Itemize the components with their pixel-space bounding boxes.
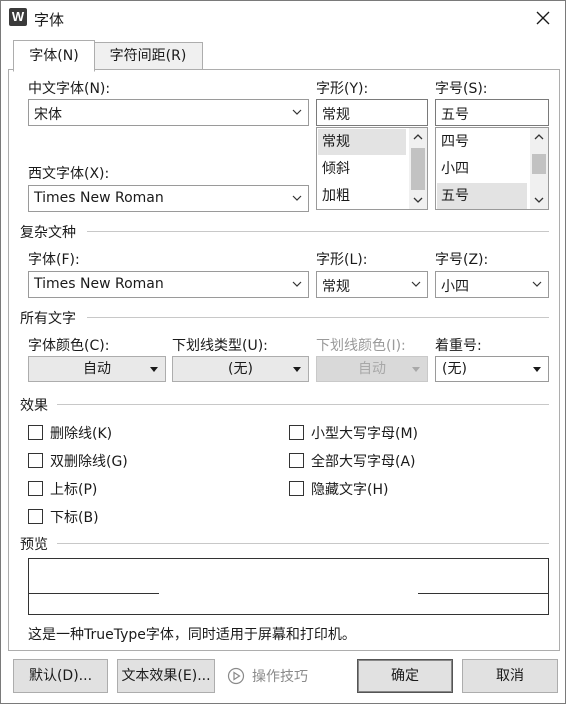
scrollbar-thumb[interactable] (532, 154, 546, 174)
scrollbar[interactable] (530, 128, 548, 209)
font-style-value: 常规 (322, 107, 350, 123)
set-default-button[interactable]: 默认(D)... (13, 659, 108, 693)
small-caps-label[interactable]: 小型大写字母(M) (311, 423, 418, 443)
chevron-down-icon (292, 109, 302, 115)
close-button[interactable] (529, 5, 557, 31)
cancel-button[interactable]: 取消 (462, 659, 558, 693)
dialog-title: 字体 (34, 11, 65, 29)
triangle-down-icon (533, 367, 541, 372)
triangle-down-icon (293, 367, 301, 372)
tips-label: 操作技巧 (252, 669, 308, 685)
superscript-checkbox[interactable] (28, 481, 43, 496)
list-item[interactable]: 小四 (437, 156, 527, 182)
text-effects-button[interactable]: 文本效果(E)... (117, 659, 215, 693)
strikethrough-checkbox[interactable] (28, 425, 43, 440)
font-style-list[interactable]: 常规 倾斜 加粗 (316, 127, 428, 210)
all-caps-label[interactable]: 全部大写字母(A) (311, 451, 416, 471)
emphasis-mark-combo[interactable]: (无) (435, 356, 549, 382)
font-size-label: 字号(S): (435, 81, 488, 97)
subscript-checkbox[interactable] (28, 509, 43, 524)
list-item[interactable]: 常规 (318, 129, 406, 155)
chevron-up-icon[interactable] (409, 128, 427, 146)
scrollbar[interactable] (409, 128, 427, 209)
font-color-value: 自动 (83, 361, 111, 377)
complex-font-label: 字体(F): (28, 252, 80, 268)
list-item[interactable]: 倾斜 (318, 156, 406, 182)
strikethrough-label[interactable]: 删除线(K) (50, 423, 112, 443)
hidden-text-checkbox[interactable] (289, 481, 304, 496)
complex-size-combo[interactable]: 小四 (435, 271, 549, 298)
title-bar: W 字体 (1, 1, 565, 35)
ok-button[interactable]: 确定 (357, 659, 453, 693)
font-color-dropdown[interactable]: 自动 (28, 356, 166, 382)
effects-heading: 效果 (20, 398, 48, 414)
chinese-font-combo[interactable]: 宋体 (28, 99, 309, 126)
all-caps-checkbox[interactable] (289, 453, 304, 468)
font-dialog: W 字体 字体(N) 字符间距(R) 中文字体(N): 宋体 字形(Y): 常规… (0, 0, 566, 704)
font-size-input[interactable]: 五号 (435, 99, 549, 126)
font-size-value: 五号 (441, 107, 469, 123)
western-font-combo[interactable]: Times New Roman (28, 185, 309, 212)
chevron-up-icon[interactable] (530, 128, 548, 146)
divider (87, 231, 549, 232)
complex-font-value: Times New Roman (34, 276, 164, 292)
preview-heading: 预览 (20, 537, 48, 553)
tab-font[interactable]: 字体(N) (13, 40, 95, 72)
font-size-list[interactable]: 四号 小四 五号 (435, 127, 549, 210)
list-item[interactable]: 四号 (437, 129, 527, 155)
hidden-text-label[interactable]: 隐藏文字(H) (311, 479, 388, 499)
chevron-down-icon (292, 281, 302, 287)
divider (57, 404, 549, 405)
complex-style-label: 字形(L): (316, 252, 368, 268)
superscript-label[interactable]: 上标(P) (50, 479, 97, 499)
divider (57, 543, 549, 544)
preview-box (28, 558, 549, 615)
scrollbar-thumb[interactable] (411, 148, 425, 190)
font-style-input[interactable]: 常规 (316, 99, 428, 126)
divider (87, 317, 549, 318)
triangle-down-icon (412, 367, 420, 372)
underline-color-value: 自动 (358, 361, 386, 377)
underline-type-value: (无) (228, 361, 253, 377)
western-font-label: 西文字体(X): (28, 166, 110, 182)
chinese-font-label: 中文字体(N): (28, 81, 111, 97)
small-caps-checkbox[interactable] (289, 425, 304, 440)
triangle-down-icon (150, 367, 158, 372)
complex-style-value: 常规 (322, 279, 350, 295)
chinese-font-value: 宋体 (34, 107, 62, 123)
play-circle-icon (227, 667, 245, 685)
subscript-label[interactable]: 下标(B) (50, 507, 99, 527)
preview-baseline (29, 593, 159, 594)
underline-color-dropdown: 自动 (316, 356, 428, 382)
complex-size-value: 小四 (441, 279, 469, 295)
list-item[interactable]: 五号 (437, 183, 527, 209)
close-icon (536, 11, 550, 25)
preview-baseline (418, 593, 549, 594)
chevron-down-icon[interactable] (409, 191, 427, 209)
underline-color-label: 下划线颜色(I): (316, 338, 406, 354)
chevron-down-icon (411, 281, 421, 287)
emphasis-mark-label: 着重号: (435, 338, 482, 354)
underline-type-dropdown[interactable]: (无) (172, 356, 309, 382)
chevron-down-icon[interactable] (530, 191, 548, 209)
double-strikethrough-checkbox[interactable] (28, 453, 43, 468)
preview-note: 这是一种TrueType字体，同时适用于屏幕和打印机。 (28, 627, 356, 643)
complex-style-combo[interactable]: 常规 (316, 271, 428, 298)
western-font-value: Times New Roman (34, 190, 164, 206)
list-item[interactable]: 加粗 (318, 183, 406, 209)
all-text-heading: 所有文字 (20, 311, 76, 327)
font-color-label: 字体颜色(C): (28, 338, 110, 354)
chevron-down-icon (292, 195, 302, 201)
tab-character-spacing[interactable]: 字符间距(R) (93, 42, 203, 71)
font-style-label: 字形(Y): (316, 81, 369, 97)
emphasis-mark-value: (无) (442, 361, 467, 377)
chevron-down-icon (532, 281, 542, 287)
complex-size-label: 字号(Z): (435, 252, 489, 268)
underline-type-label: 下划线类型(U): (172, 338, 268, 354)
wps-writer-icon: W (9, 8, 27, 26)
double-strikethrough-label[interactable]: 双删除线(G) (50, 451, 128, 471)
complex-font-combo[interactable]: Times New Roman (28, 271, 309, 298)
complex-script-heading: 复杂文种 (20, 225, 76, 241)
